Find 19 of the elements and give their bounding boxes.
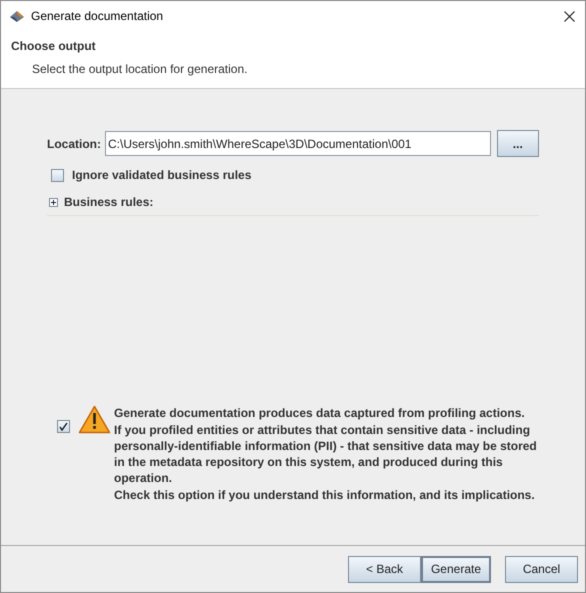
window-title: Generate documentation bbox=[31, 8, 164, 25]
generate-button[interactable]: Generate bbox=[421, 556, 491, 582]
back-button[interactable]: < Back bbox=[348, 556, 421, 582]
warning-message: Generate documentation produces data captured from profiling actions. If you profiled entities or attributes that contain sensitive data - including personally-identifiable information (PII) - that sensitive data may be stored in the metadata repository on this system, and produced during this operation. Check this option if you understand this information, and its implications. bbox=[114, 405, 537, 503]
expand-icon[interactable] bbox=[49, 198, 58, 206]
warning-icon bbox=[78, 405, 111, 434]
close-icon[interactable] bbox=[564, 10, 575, 22]
step-title: Choose output bbox=[11, 38, 97, 55]
browse-button[interactable]: ... bbox=[496, 130, 539, 157]
checkmark-icon bbox=[59, 422, 68, 432]
app-logo-icon bbox=[9, 9, 25, 23]
ignore-label: Ignore validated business rules bbox=[72, 167, 252, 184]
acknowledge-checkbox[interactable] bbox=[57, 420, 70, 434]
location-label: Location: bbox=[47, 136, 101, 152]
step-description: Select the output location for generation. bbox=[31, 61, 248, 78]
ignore-checkbox[interactable] bbox=[51, 168, 64, 182]
business-rules-label: Business rules: bbox=[64, 194, 154, 211]
cancel-button[interactable]: Cancel bbox=[505, 556, 578, 582]
location-field[interactable]: C:\Users\john.smith\WhereScape\3D\Documentation\001 bbox=[105, 131, 491, 156]
